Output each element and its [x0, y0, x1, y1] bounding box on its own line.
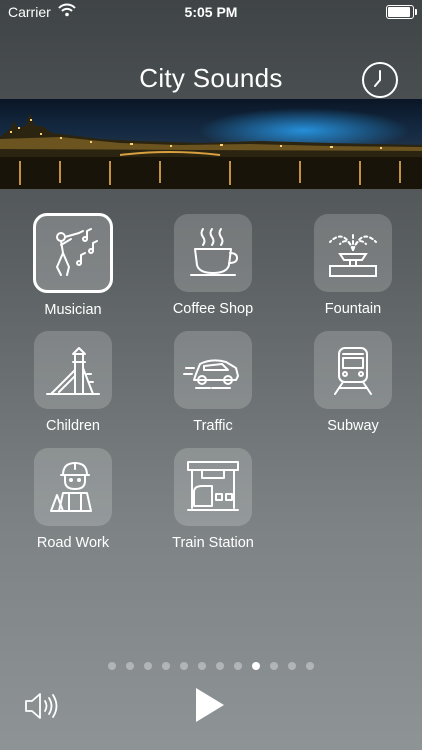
battery-icon	[386, 5, 417, 19]
page-dot[interactable]	[234, 662, 242, 670]
sound-label: Road Work	[36, 535, 110, 551]
sound-tile-train-station[interactable]: Train Station	[143, 448, 283, 551]
subway-train-icon[interactable]	[314, 331, 392, 409]
page-dot[interactable]	[162, 662, 170, 670]
sound-tile-traffic[interactable]: Traffic	[143, 331, 283, 434]
train-station-icon[interactable]	[174, 448, 252, 526]
page-dot[interactable]	[306, 662, 314, 670]
page-indicator[interactable]	[0, 662, 422, 670]
sound-label: Subway	[327, 418, 379, 434]
sound-label: Fountain	[324, 301, 382, 317]
page-dot[interactable]	[126, 662, 134, 670]
play-icon[interactable]	[192, 686, 228, 724]
coffee-cup-icon[interactable]	[174, 214, 252, 292]
sound-label: Train Station	[172, 535, 254, 551]
page-dot[interactable]	[144, 662, 152, 670]
sound-tile-fountain[interactable]: Fountain	[283, 214, 422, 317]
page-dot[interactable]	[288, 662, 296, 670]
page-dot[interactable]	[270, 662, 278, 670]
city-banner-image	[0, 99, 422, 189]
musician-icon[interactable]	[33, 213, 113, 293]
playground-slide-icon[interactable]	[34, 331, 112, 409]
sound-label: Traffic	[193, 418, 233, 434]
page-dot[interactable]	[216, 662, 224, 670]
sound-tile-road-work[interactable]: Road Work	[3, 448, 143, 551]
sound-tile-coffee-shop[interactable]: Coffee Shop	[143, 214, 283, 317]
clock-icon[interactable]	[362, 62, 398, 98]
speaker-icon[interactable]	[24, 690, 60, 722]
status-time: 5:05 PM	[184, 4, 238, 20]
sound-tile-musician[interactable]: Musician	[3, 213, 143, 318]
sound-tile-children[interactable]: Children	[3, 331, 143, 434]
fountain-icon[interactable]	[314, 214, 392, 292]
status-bar: Carrier 5:05 PM	[0, 0, 422, 24]
page-dot[interactable]	[180, 662, 188, 670]
construction-worker-icon[interactable]	[34, 448, 112, 526]
page-dot[interactable]	[198, 662, 206, 670]
sound-tile-subway[interactable]: Subway	[283, 331, 422, 434]
page-title: City Sounds	[139, 63, 283, 93]
sound-label: Musician	[44, 302, 102, 318]
sound-label: Coffee Shop	[172, 301, 254, 317]
page-dot[interactable]	[108, 662, 116, 670]
car-icon[interactable]	[174, 331, 252, 409]
sound-label: Children	[46, 418, 100, 434]
page-dot-current[interactable]	[252, 662, 260, 670]
